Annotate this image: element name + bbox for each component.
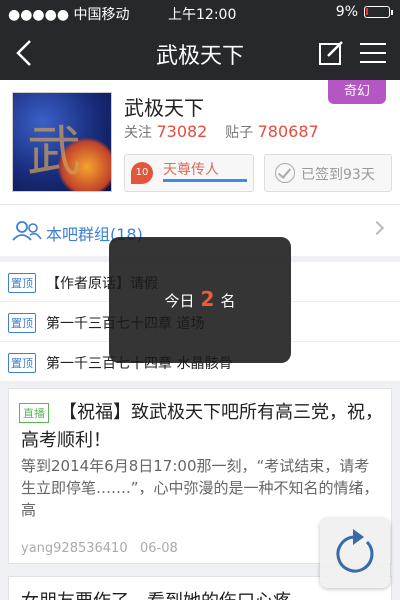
check-circle-icon bbox=[275, 163, 295, 183]
forum-name: 武极天下 bbox=[124, 96, 204, 120]
category-badge: 奇幻 bbox=[328, 80, 386, 104]
chevron-right-icon bbox=[369, 220, 385, 236]
post-title: 【祝福】致武极天下吧所有高三党，祝，高考顺利！ bbox=[21, 402, 383, 451]
carrier-label: ●●●●● 中国移动 bbox=[8, 7, 130, 23]
post-excerpt: 等到2014年6月8日17:00那一刻，“考试结束，请考生立即停笔…….”，心中… bbox=[21, 457, 379, 519]
battery-icon bbox=[364, 6, 393, 18]
level-button[interactable]: 10 天尊传人 bbox=[124, 154, 254, 192]
level-badge: 10 bbox=[131, 162, 153, 184]
posts-label: 贴子 bbox=[225, 125, 254, 141]
forum-header: 武 武极天下 奇幻 关注 73082 贴子 780687 10 天尊传人 已签到… bbox=[0, 80, 400, 204]
group-icon bbox=[12, 221, 42, 241]
forum-stats: 关注 73082 贴子 780687 bbox=[124, 122, 319, 142]
post-author[interactable]: yang928536410 bbox=[21, 541, 128, 556]
toast-prefix: 今日 bbox=[164, 292, 195, 310]
level-progress-bar bbox=[163, 179, 247, 182]
battery-level bbox=[366, 8, 368, 15]
refresh-button[interactable] bbox=[320, 518, 390, 588]
pinned-tag: 置顶 bbox=[8, 313, 36, 333]
toast-suffix: 名 bbox=[220, 292, 236, 310]
follow-label: 关注 bbox=[124, 125, 152, 141]
posts-count: 780687 bbox=[257, 122, 319, 141]
signin-rank-toast: 今日 2 名 bbox=[109, 237, 291, 363]
follow-count: 73082 bbox=[156, 122, 208, 141]
menu-icon[interactable] bbox=[360, 42, 386, 64]
nav-bar: 武极天下 bbox=[0, 26, 400, 80]
level-title: 天尊传人 bbox=[163, 162, 219, 178]
toast-count: 2 bbox=[200, 287, 215, 311]
clock: 上午12:00 bbox=[168, 7, 237, 23]
pinned-tag: 置顶 bbox=[8, 353, 36, 373]
status-bar: ●●●●● 中国移动 上午12:00 9% bbox=[0, 0, 400, 26]
signin-label: 已签到93天 bbox=[301, 167, 375, 183]
pinned-tag: 置顶 bbox=[8, 273, 36, 293]
status-right: 9% bbox=[335, 4, 393, 20]
post-title: 女朋友要作了，看到她的伤口心疼 bbox=[21, 587, 291, 600]
forum-avatar: 武 bbox=[12, 92, 112, 192]
edit-icon[interactable] bbox=[318, 40, 344, 66]
refresh-icon bbox=[336, 529, 374, 573]
post-meta: yang928536410 06-08 bbox=[21, 541, 178, 556]
avatar-art: 武 bbox=[27, 120, 81, 183]
post-date: 06-08 bbox=[140, 541, 178, 556]
signin-button[interactable]: 已签到93天 bbox=[264, 154, 392, 192]
battery-percent: 9% bbox=[335, 4, 358, 20]
